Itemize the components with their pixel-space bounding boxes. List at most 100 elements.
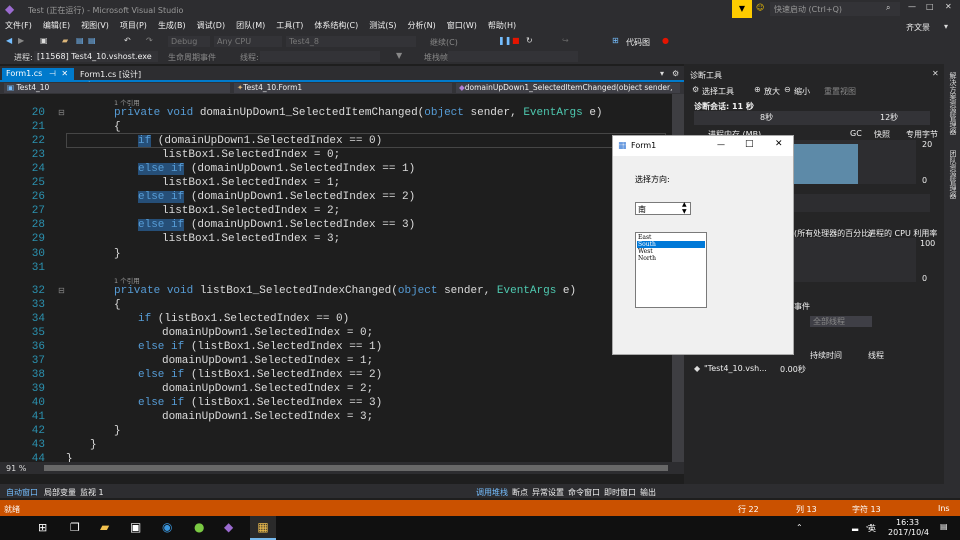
tab-watch[interactable]: 监视 1 — [80, 487, 104, 498]
filter-threads-icon[interactable]: ▼ — [396, 51, 402, 60]
menu-project[interactable]: 项目(P) — [115, 18, 153, 31]
start-icon[interactable]: ⊞ — [38, 521, 47, 534]
settings-icon[interactable]: ⚙ — [672, 69, 679, 78]
pin-icon[interactable]: ⊣ — [49, 69, 56, 78]
config-select[interactable]: Debug — [168, 36, 210, 47]
redo-icon[interactable]: ↷ — [146, 36, 153, 45]
menu-edit[interactable]: 编辑(E) — [38, 18, 76, 31]
direction-spinner[interactable]: 南 ▲ ▼ — [635, 201, 691, 215]
open-icon[interactable]: ▰ — [62, 36, 68, 45]
code-line[interactable]: { — [114, 299, 121, 311]
notifications-icon[interactable]: ▤ — [940, 522, 948, 531]
forward-icon[interactable]: ▶ — [18, 36, 24, 45]
spinner-up-icon[interactable]: ▲ — [682, 201, 687, 208]
running-app-icon[interactable]: ▦ — [250, 516, 276, 540]
tab-exception-settings[interactable]: 异常设置 — [532, 487, 564, 498]
tab-output[interactable]: 输出 — [640, 487, 656, 498]
menu-build[interactable]: 生成(B) — [153, 18, 192, 31]
collapse-icon[interactable]: ⊟ — [58, 286, 65, 295]
code-map-button[interactable]: 代码图 — [626, 37, 650, 48]
zoom-out-button[interactable]: 缩小 — [794, 86, 810, 97]
menu-view[interactable]: 视图(V) — [76, 18, 115, 31]
close-button[interactable]: ✕ — [945, 2, 952, 11]
panel-close-icon[interactable]: ✕ — [932, 69, 939, 78]
save-icon[interactable]: ▤ — [76, 36, 84, 45]
solution-explorer-tab[interactable]: 解决方案资源管理器 — [947, 72, 957, 135]
zoom-out-icon[interactable]: ⊖ — [784, 85, 791, 94]
save-all-icon[interactable]: ▤ — [88, 36, 96, 45]
search-icon[interactable]: ⌕ — [886, 3, 890, 13]
menu-team[interactable]: 团队(M) — [231, 18, 271, 31]
list-item-south[interactable]: South — [637, 241, 705, 248]
maximize-button[interactable]: □ — [926, 2, 934, 11]
menu-file[interactable]: 文件(F) — [0, 18, 38, 31]
tray-up-icon[interactable]: ⌃ — [796, 523, 803, 532]
project-nav[interactable]: ▣ Test4_10 — [4, 83, 230, 93]
code-line[interactable]: } — [114, 425, 121, 437]
code-line[interactable]: else if (domainUpDown1.SelectedIndex == … — [138, 219, 415, 231]
code-line[interactable]: else if (domainUpDown1.SelectedIndex == … — [138, 163, 415, 175]
list-item-west[interactable]: West — [637, 248, 705, 255]
restart-icon[interactable]: ↻ — [526, 36, 533, 45]
code-editor[interactable]: 1 个引用 1 个引用 20 21 22 23 24 25 26 27 28 2… — [0, 94, 684, 465]
code-line[interactable]: else if (listBox1.SelectedIndex == 1) — [138, 341, 382, 353]
ime-indicator[interactable]: 英 — [868, 523, 876, 534]
member-nav[interactable]: ◆domainUpDown1_SelectedItemChanged(objec… — [456, 83, 680, 93]
quick-launch-input[interactable]: 快速启动 (Ctrl+Q) — [770, 2, 900, 16]
menu-analyze[interactable]: 分析(N) — [403, 18, 442, 31]
menu-window[interactable]: 窗口(W) — [442, 18, 483, 31]
code-line[interactable]: { — [114, 121, 121, 133]
tab-immediate-window[interactable]: 即时窗口 — [604, 487, 636, 498]
tab-form1-cs[interactable]: Form1.cs ⊣ ✕ — [2, 68, 74, 82]
form-minimize-button[interactable]: — — [717, 140, 725, 149]
code-line[interactable]: domainUpDown1.SelectedIndex = 0; — [162, 327, 373, 339]
process-select[interactable]: [11568] Test4_10.vshost.exe — [34, 51, 158, 62]
code-line[interactable]: else if (listBox1.SelectedIndex == 3) — [138, 397, 382, 409]
menu-debug[interactable]: 调试(D) — [192, 18, 231, 31]
event-row-name[interactable]: "Test4_10.vsh... — [704, 364, 767, 373]
store-icon[interactable]: ▣ — [130, 520, 141, 534]
code-map-icon[interactable]: ⊞ — [612, 36, 619, 45]
zoom-in-button[interactable]: 放大 — [764, 86, 780, 97]
timeline-ruler[interactable]: 8秒 12秒 — [694, 111, 930, 125]
code-line[interactable]: domainUpDown1.SelectedIndex = 3; — [162, 411, 373, 423]
code-line[interactable]: listBox1.SelectedIndex = 0; — [162, 149, 340, 161]
list-item-east[interactable]: East — [637, 234, 705, 241]
menu-architecture[interactable]: 体系结构(C) — [309, 18, 364, 31]
code-line[interactable]: } — [114, 248, 121, 260]
undo-icon[interactable]: ↶ — [124, 36, 131, 45]
chat-icon[interactable]: ● — [194, 520, 204, 534]
stack-frame-select[interactable] — [448, 51, 578, 62]
code-line[interactable]: if (listBox1.SelectedIndex == 0) — [138, 313, 349, 325]
step-over-icon[interactable]: ↪ — [562, 36, 569, 45]
direction-listbox[interactable]: East South West North — [635, 232, 707, 308]
continue-button[interactable]: 继续(C) — [430, 37, 458, 48]
startup-project-select[interactable]: Test4_8 — [286, 36, 416, 47]
reset-view-button[interactable]: 重置视图 — [824, 86, 856, 97]
visual-studio-icon[interactable]: ◆ — [224, 520, 233, 534]
menu-help[interactable]: 帮助(H) — [483, 18, 522, 31]
list-item-north[interactable]: North — [637, 255, 705, 262]
tab-close-icon[interactable]: ✕ — [61, 69, 68, 78]
code-line[interactable]: private void domainUpDown1_SelectedItemC… — [114, 107, 603, 119]
filter-icon[interactable]: ▼ — [732, 0, 752, 18]
tab-command-window[interactable]: 命令窗口 — [568, 487, 600, 498]
zoom-level[interactable]: 91 % — [6, 464, 26, 473]
code-line[interactable]: listBox1.SelectedIndex = 1; — [162, 177, 340, 189]
spinner-down-icon[interactable]: ▼ — [682, 208, 687, 215]
form-maximize-button[interactable]: □ — [745, 139, 754, 149]
code-line[interactable]: domainUpDown1.SelectedIndex = 2; — [162, 383, 373, 395]
code-line[interactable]: listBox1.SelectedIndex = 3; — [162, 233, 340, 245]
user-name[interactable]: 齐文景 — [906, 22, 930, 33]
collapse-icon[interactable]: ⊟ — [58, 108, 65, 117]
tab-breakpoints[interactable]: 断点 — [512, 487, 528, 498]
code-line[interactable]: } — [90, 439, 97, 451]
form-close-button[interactable]: ✕ — [775, 139, 783, 149]
thread-select[interactable] — [260, 51, 380, 62]
stop-icon[interactable]: ■ — [512, 36, 520, 45]
tab-dropdown-icon[interactable]: ▾ — [660, 69, 664, 78]
reference-count[interactable]: 1 个引用 — [114, 97, 140, 107]
ie-icon[interactable]: ◉ — [162, 520, 172, 534]
new-project-icon[interactable]: ▣ — [40, 36, 48, 45]
pause-icon[interactable]: ❚❚ — [498, 36, 511, 45]
